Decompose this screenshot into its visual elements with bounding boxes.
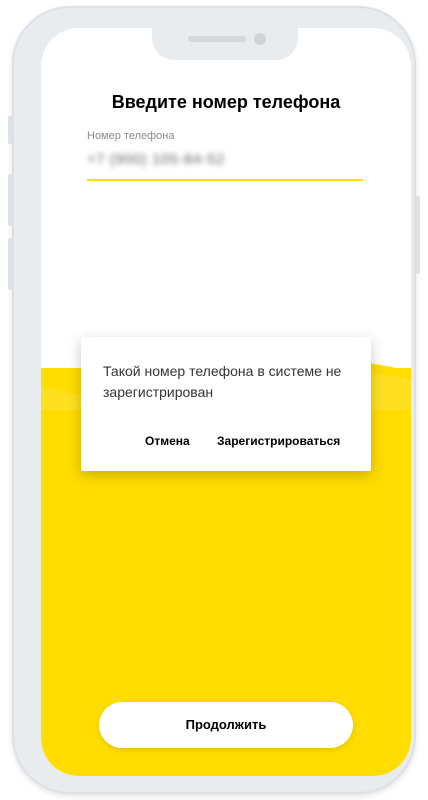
phone-field-label: Номер телефона: [87, 130, 175, 142]
front-camera: [254, 33, 266, 45]
device-side-button-right: [415, 196, 420, 274]
register-button[interactable]: Зарегистрироваться: [217, 434, 340, 448]
phone-screen: Введите номер телефона Номер телефона +7…: [41, 28, 411, 776]
phone-device-frame: Введите номер телефона Номер телефона +7…: [8, 6, 420, 794]
device-side-button-left-1: [8, 116, 13, 144]
phone-input-underline: [87, 179, 363, 181]
device-side-button-left-3: [8, 238, 13, 290]
continue-button[interactable]: Продолжить: [99, 702, 353, 748]
dialog-message: Такой номер телефона в системе не зареги…: [103, 363, 342, 400]
not-registered-dialog: Такой номер телефона в системе не зареги…: [81, 337, 371, 471]
cancel-button[interactable]: Отмена: [145, 434, 190, 448]
device-notch: [152, 20, 298, 60]
page-title: Введите номер телефона: [111, 92, 341, 112]
speaker-grille: [188, 36, 246, 42]
phone-input[interactable]: +7 (900) 105-84-52: [87, 151, 225, 168]
device-side-button-left-2: [8, 174, 13, 226]
